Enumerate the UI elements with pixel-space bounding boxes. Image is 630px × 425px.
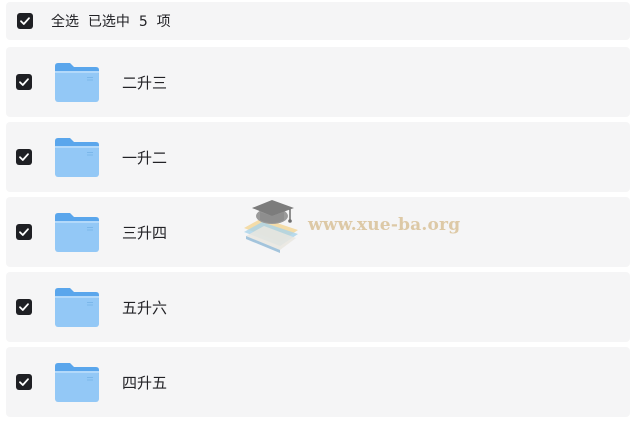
row-checkbox[interactable] [16,149,32,165]
file-selection-list: 全选 已选中 5 项 二升三 一升二 三升四 五升六 四升五 www.xue-b… [0,0,630,425]
folder-row[interactable]: 一升二 [6,122,630,192]
selection-summary: 全选 已选中 5 项 [51,11,171,31]
checkmark-icon [19,228,29,236]
folder-row[interactable]: 三升四 [6,197,630,267]
selection-header: 全选 已选中 5 项 [6,2,630,40]
folder-icon [55,213,99,252]
row-checkbox[interactable] [16,299,32,315]
checkmark-icon [20,17,30,25]
checkmark-icon [19,78,29,86]
folder-icon [55,363,99,402]
checkmark-icon [19,378,29,386]
row-checkbox[interactable] [16,74,32,90]
selected-count: 5 [138,14,148,30]
folder-name: 二升三 [122,73,168,92]
select-all-label[interactable]: 全选 [51,14,79,30]
folder-icon [55,138,99,177]
folder-row[interactable]: 二升三 [6,47,630,117]
row-checkbox[interactable] [16,224,32,240]
selected-suffix: 项 [156,14,171,30]
select-all-checkbox[interactable] [17,13,33,29]
row-checkbox[interactable] [16,374,32,390]
folder-name: 三升四 [122,223,168,242]
folder-row[interactable]: 五升六 [6,272,630,342]
folder-icon [55,63,99,102]
folder-row[interactable]: 四升五 [6,347,630,417]
checkmark-icon [19,303,29,311]
selected-prefix: 已选中 [87,14,130,30]
folder-name: 一升二 [122,148,168,167]
checkmark-icon [19,153,29,161]
folder-icon [55,288,99,327]
folder-name: 五升六 [122,298,168,317]
folder-name: 四升五 [122,373,168,392]
